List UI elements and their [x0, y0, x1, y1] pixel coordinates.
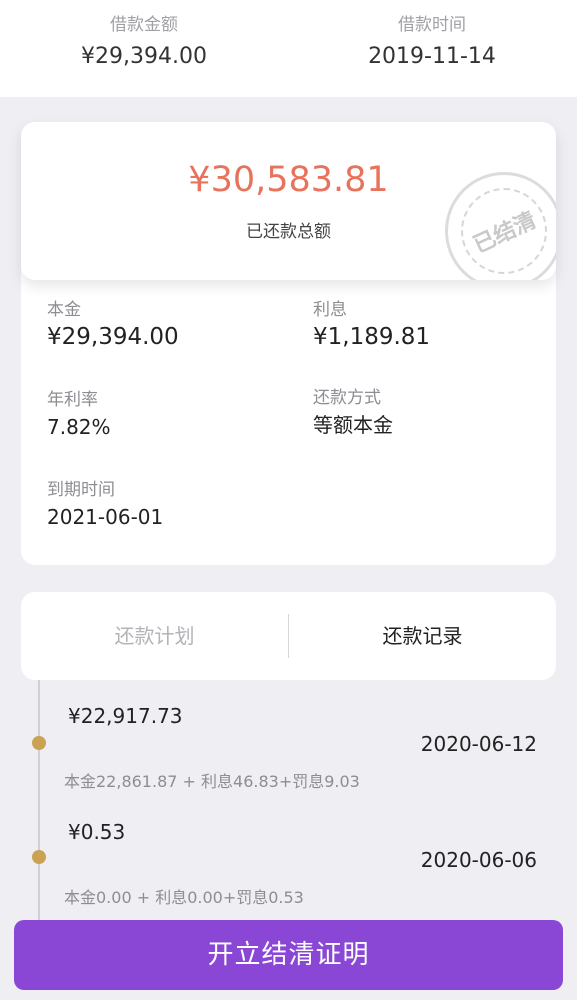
annual-rate-label: 年利率 [47, 390, 98, 410]
due-date-value: 2021-06-01 [47, 505, 164, 529]
loan-date-label: 借款时间 [398, 15, 466, 35]
record-date: 2020-06-06 [420, 848, 537, 872]
principal-field: 本金 ¥29,394.00 [47, 300, 179, 350]
issue-settlement-certificate-button[interactable]: 开立结清证明 [14, 920, 563, 990]
repayment-method-value: 等额本金 [313, 413, 393, 437]
loan-header: 借款金额 ¥29,394.00 借款时间 2019-11-14 [0, 0, 577, 97]
record-amount: ¥22,917.73 [68, 704, 183, 728]
repayment-tabs: 还款计划 还款记录 [21, 592, 556, 680]
principal-value: ¥29,394.00 [47, 324, 179, 350]
record-breakdown: 本金22,861.87 + 利息46.83+罚息9.03 [64, 772, 360, 791]
interest-label: 利息 [313, 300, 347, 320]
annual-rate-value: 7.82% [47, 415, 111, 439]
due-date-label: 到期时间 [47, 480, 115, 500]
timeline-dot [32, 850, 46, 864]
tab-repayment-records[interactable]: 还款记录 [289, 592, 556, 680]
principal-label: 本金 [47, 300, 81, 320]
tab-repayment-plan[interactable]: 还款计划 [21, 592, 288, 680]
interest-field: 利息 ¥1,189.81 [313, 300, 430, 350]
record-amount: ¥0.53 [68, 820, 126, 844]
timeline-dot [32, 736, 46, 750]
annual-rate-field: 年利率 7.82% [47, 390, 111, 440]
loan-details-card: 本金 ¥29,394.00 利息 ¥1,189.81 年利率 7.82% 还款方… [21, 260, 556, 565]
interest-value: ¥1,189.81 [313, 324, 431, 350]
settled-stamp: 已结清 [445, 172, 556, 280]
loan-amount-value: ¥29,394.00 [81, 44, 207, 69]
timeline-line [38, 680, 40, 930]
record-breakdown: 本金0.00 + 利息0.00+罚息0.53 [64, 888, 304, 907]
loan-amount-label: 借款金额 [110, 15, 178, 35]
repayment-method-label: 还款方式 [313, 388, 381, 408]
due-date-field: 到期时间 2021-06-01 [47, 480, 163, 530]
repayment-method-field: 还款方式 等额本金 [313, 388, 393, 438]
record-date: 2020-06-12 [420, 732, 537, 756]
loan-date-value: 2019-11-14 [368, 44, 496, 69]
repaid-summary-card: ¥30,583.81 已还款总额 已结清 [21, 122, 556, 280]
